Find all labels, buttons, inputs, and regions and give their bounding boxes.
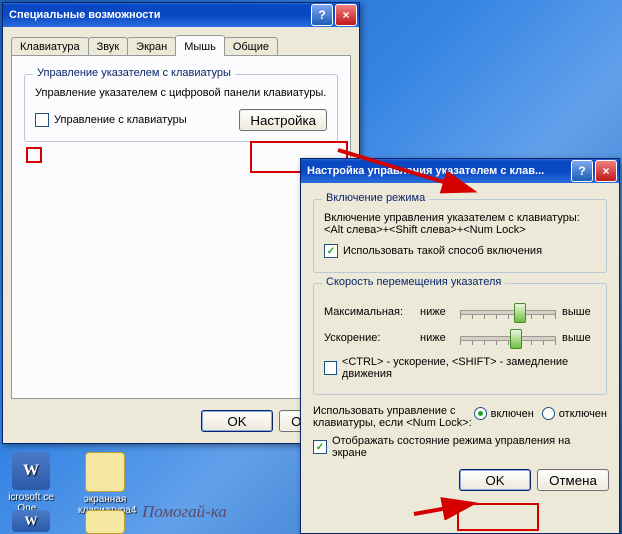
title: Настройка управления указателем с клав..… — [307, 165, 569, 177]
cancel-button[interactable]: Отмена — [537, 469, 609, 491]
folder-icon — [85, 510, 125, 534]
description: Управление указателем с цифровой панели … — [35, 87, 327, 99]
checkbox-label: Управление с клавиатуры — [54, 114, 187, 126]
help-button[interactable]: ? — [571, 160, 593, 182]
checkbox-use-shortcut[interactable]: ✓ Использовать такой способ включения — [324, 244, 596, 258]
annotation-highlight — [457, 503, 539, 531]
ok-button[interactable]: OK — [459, 469, 531, 491]
description: Включение управления указателем с клавиа… — [324, 212, 596, 236]
title: Специальные возможности — [9, 9, 309, 21]
word-icon: W — [12, 510, 50, 532]
checkbox-label: Использовать такой способ включения — [343, 245, 542, 257]
numlock-label: Использовать управление с клавиатуры, ес… — [313, 405, 474, 429]
tab-sound[interactable]: Звук — [88, 37, 129, 56]
titlebar[interactable]: Настройка управления указателем с клав..… — [301, 159, 619, 183]
slider-acceleration[interactable]: Ускорение: ниже выше — [324, 328, 596, 348]
ok-button[interactable]: OK — [201, 410, 273, 432]
checkbox-mousekeys[interactable]: Управление с клавиатуры — [35, 113, 187, 127]
slider-thumb[interactable] — [510, 329, 522, 349]
desktop-icon[interactable]: экранная клавиатура4 — [78, 452, 132, 516]
checkbox-ctrl-shift[interactable]: <CTRL> - ускорение, <SHIFT> - замедление… — [324, 356, 596, 380]
tab-display[interactable]: Экран — [127, 37, 176, 56]
tab-mouse[interactable]: Мышь — [175, 35, 225, 56]
radio-numlock-on[interactable]: включен — [474, 407, 534, 420]
tab-general[interactable]: Общие — [224, 37, 278, 56]
desktop-icon[interactable] — [78, 510, 132, 534]
checkbox-icon: ✓ — [324, 244, 338, 258]
checkbox-icon — [324, 361, 337, 375]
tabs: Клавиатура Звук Экран Мышь Общие — [11, 35, 351, 56]
checkbox-label: Отображать состояние режима управления н… — [332, 435, 607, 459]
slider-max-speed[interactable]: Максимальная: ниже выше — [324, 302, 596, 322]
groupbox-title: Включение режима — [322, 192, 429, 204]
help-button[interactable]: ? — [311, 4, 333, 26]
keyboard-icon — [85, 452, 125, 492]
groupbox-activation: Включение режима Включение управления ук… — [313, 199, 607, 273]
slider-thumb[interactable] — [514, 303, 526, 323]
checkbox-show-state[interactable]: ✓ Отображать состояние режима управления… — [313, 435, 607, 459]
groupbox-mousekeys: Управление указателем с клавиатуры Управ… — [24, 74, 338, 142]
word-icon: W — [12, 452, 50, 490]
groupbox-title: Скорость перемещения указателя — [322, 276, 505, 288]
dialog-mousekeys-settings: Настройка управления указателем с клав..… — [300, 158, 620, 534]
desktop-icon[interactable]: W — [4, 510, 58, 534]
checkbox-icon: ✓ — [313, 440, 327, 454]
radio-numlock-off[interactable]: отключен — [542, 407, 607, 420]
close-button[interactable]: × — [335, 4, 357, 26]
watermark-caption: Помогай-ка — [142, 502, 227, 522]
titlebar[interactable]: Специальные возможности ? × — [3, 3, 359, 27]
checkbox-icon — [35, 113, 49, 127]
tab-keyboard[interactable]: Клавиатура — [11, 37, 89, 56]
desktop-icon[interactable]: W icrosoft ce One... — [4, 452, 58, 514]
groupbox-title: Управление указателем с клавиатуры — [33, 67, 235, 79]
checkbox-label: <CTRL> - ускорение, <SHIFT> - замедление… — [342, 356, 596, 380]
close-button[interactable]: × — [595, 160, 617, 182]
groupbox-speed: Скорость перемещения указателя Максималь… — [313, 283, 607, 395]
settings-button[interactable]: Настройка — [239, 109, 327, 131]
